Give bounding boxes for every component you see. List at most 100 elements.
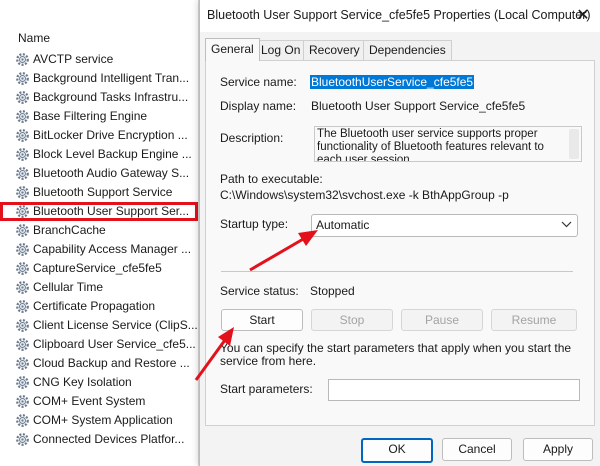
- service-name: COM+ System Application: [33, 413, 173, 427]
- service-row[interactable]: Capability Access Manager ...: [0, 240, 198, 259]
- gear-icon: [15, 394, 30, 409]
- service-row[interactable]: CaptureService_cfe5fe5: [0, 259, 198, 278]
- description-scrollbar[interactable]: [569, 129, 579, 159]
- gear-icon: [15, 166, 30, 181]
- service-row[interactable]: Clipboard User Service_cfe5...: [0, 335, 198, 354]
- dialog-title-bar[interactable]: Bluetooth User Support Service_cfe5fe5 P…: [200, 0, 600, 32]
- service-name: Client License Service (ClipS...: [33, 318, 198, 332]
- startup-type-label: Startup type:: [220, 217, 289, 231]
- service-name: BranchCache: [33, 223, 106, 237]
- gear-icon: [15, 375, 30, 390]
- service-row[interactable]: Cloud Backup and Restore ...: [0, 354, 198, 373]
- chevron-down-icon: [561, 217, 572, 234]
- gear-icon: [15, 71, 30, 86]
- startup-type-value: Automatic: [316, 218, 370, 232]
- service-name-value[interactable]: BluetoothUserService_cfe5fe5: [310, 75, 475, 89]
- service-name: Bluetooth Audio Gateway S...: [33, 166, 190, 180]
- close-icon[interactable]: ✕: [571, 4, 595, 28]
- tab-log-on[interactable]: Log On: [255, 40, 307, 60]
- service-name: Block Level Backup Engine ...: [33, 147, 192, 161]
- gear-icon: [15, 223, 30, 238]
- service-name: Base Filtering Engine: [33, 109, 148, 123]
- services-list-pane: Name AVCTP service Background Intelligent…: [0, 0, 199, 466]
- service-properties-dialog: Bluetooth User Support Service_cfe5fe5 P…: [199, 0, 600, 466]
- services-list: AVCTP service Background Intelligent Tran…: [0, 50, 198, 449]
- tab-dependencies[interactable]: Dependencies: [363, 40, 452, 60]
- gear-icon: [15, 337, 30, 352]
- display-name-label: Display name:: [220, 99, 297, 113]
- separator: [221, 271, 573, 272]
- ok-button[interactable]: OK: [361, 438, 433, 463]
- gear-icon: [15, 413, 30, 428]
- service-name: Background Intelligent Tran...: [33, 71, 190, 85]
- stop-button[interactable]: Stop: [311, 309, 393, 331]
- description-label: Description:: [220, 131, 284, 145]
- start-button[interactable]: Start: [221, 309, 303, 331]
- service-name: CNG Key Isolation: [33, 375, 132, 389]
- service-name: COM+ Event System: [33, 394, 146, 408]
- dialog-title: Bluetooth User Support Service_cfe5fe5 P…: [207, 8, 591, 22]
- gear-icon: [15, 318, 30, 333]
- path-value[interactable]: C:\Windows\system32\svchost.exe -k BthAp…: [220, 188, 509, 202]
- service-name: Bluetooth User Support Ser...: [33, 204, 190, 218]
- service-name-label: Service name:: [220, 75, 297, 89]
- resume-button[interactable]: Resume: [491, 309, 577, 331]
- gear-icon: [15, 356, 30, 371]
- tab-recovery[interactable]: Recovery: [303, 40, 366, 60]
- service-name: AVCTP service: [33, 52, 114, 66]
- service-row[interactable]: Cellular Time: [0, 278, 198, 297]
- service-row[interactable]: Bluetooth User Support Ser...: [0, 202, 198, 221]
- gear-icon: [15, 280, 30, 295]
- service-row[interactable]: Certificate Propagation: [0, 297, 198, 316]
- gear-icon: [15, 52, 30, 67]
- service-name: Bluetooth Support Service: [33, 185, 173, 199]
- service-row[interactable]: BitLocker Drive Encryption ...: [0, 126, 198, 145]
- start-hint-text: You can specify the start parameters tha…: [220, 341, 572, 368]
- service-name: BitLocker Drive Encryption ...: [33, 128, 188, 142]
- description-box[interactable]: The Bluetooth user service supports prop…: [314, 126, 582, 162]
- service-row[interactable]: Base Filtering Engine: [0, 107, 198, 126]
- name-column-header[interactable]: Name: [18, 31, 50, 45]
- service-name: CaptureService_cfe5fe5: [33, 261, 162, 275]
- startup-type-dropdown[interactable]: Automatic: [311, 214, 578, 237]
- service-row[interactable]: BranchCache: [0, 221, 198, 240]
- gear-icon: [15, 90, 30, 105]
- pause-button[interactable]: Pause: [401, 309, 483, 331]
- gear-icon: [15, 147, 30, 162]
- service-name: Cellular Time: [33, 280, 104, 294]
- service-row[interactable]: Block Level Backup Engine ...: [0, 145, 198, 164]
- path-label: Path to executable:: [220, 172, 323, 186]
- service-status-label: Service status:: [220, 284, 299, 298]
- apply-button[interactable]: Apply: [523, 438, 593, 461]
- service-row[interactable]: COM+ System Application: [0, 411, 198, 430]
- general-tab-panel: Service name: BluetoothUserService_cfe5f…: [205, 60, 595, 426]
- gear-icon: [15, 109, 30, 124]
- service-name: Connected Devices Platfor...: [33, 432, 185, 446]
- gear-icon: [15, 242, 30, 257]
- service-row[interactable]: AVCTP service: [0, 50, 198, 69]
- start-parameters-input[interactable]: [328, 379, 580, 401]
- service-name: Capability Access Manager ...: [33, 242, 192, 256]
- service-row[interactable]: Background Tasks Infrastru...: [0, 88, 198, 107]
- service-row[interactable]: Background Intelligent Tran...: [0, 69, 198, 88]
- service-name: Background Tasks Infrastru...: [33, 90, 189, 104]
- gear-icon: [15, 299, 30, 314]
- gear-icon: [15, 204, 30, 219]
- description-text: The Bluetooth user service supports prop…: [317, 128, 544, 162]
- cancel-button[interactable]: Cancel: [442, 438, 512, 461]
- service-row[interactable]: Connected Devices Platfor...: [0, 430, 198, 449]
- service-row[interactable]: Client License Service (ClipS...: [0, 316, 198, 335]
- service-name: Cloud Backup and Restore ...: [33, 356, 190, 370]
- tab-general[interactable]: General: [205, 38, 260, 61]
- gear-icon: [15, 128, 30, 143]
- gear-icon: [15, 432, 30, 447]
- start-parameters-label: Start parameters:: [220, 382, 313, 396]
- service-name: Certificate Propagation: [33, 299, 156, 313]
- display-name-value[interactable]: Bluetooth User Support Service_cfe5fe5: [311, 99, 525, 113]
- service-row[interactable]: CNG Key Isolation: [0, 373, 198, 392]
- service-row[interactable]: Bluetooth Support Service: [0, 183, 198, 202]
- service-row[interactable]: COM+ Event System: [0, 392, 198, 411]
- service-name: Clipboard User Service_cfe5...: [33, 337, 196, 351]
- service-row[interactable]: Bluetooth Audio Gateway S...: [0, 164, 198, 183]
- service-status-value: Stopped: [310, 284, 355, 298]
